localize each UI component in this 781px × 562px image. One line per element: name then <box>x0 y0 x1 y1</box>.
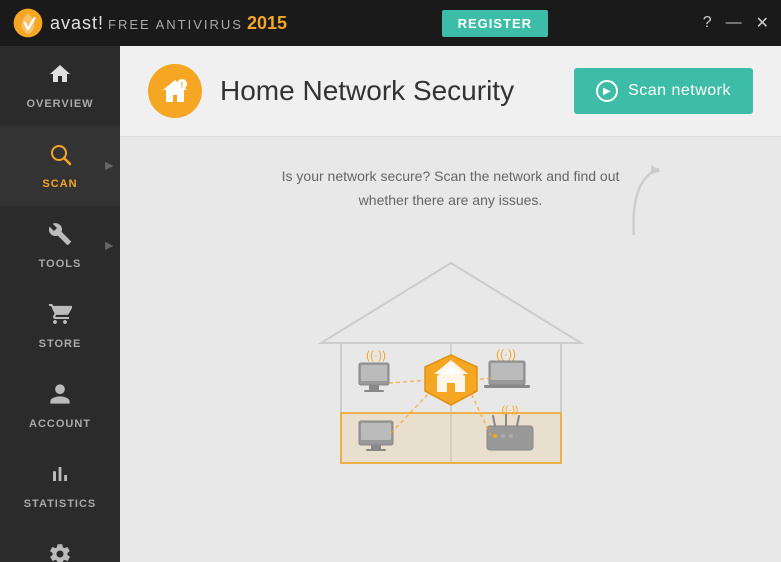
sidebar-item-store[interactable]: STORE <box>0 286 120 366</box>
avast-name: avast! <box>50 13 104 34</box>
svg-text:((·)): ((·)) <box>496 347 516 361</box>
content-header: ! Home Network Security ▶ Scan network <box>120 46 781 137</box>
avast-year-label: 2015 <box>247 13 287 34</box>
scan-network-button[interactable]: ▶ Scan network <box>574 68 753 114</box>
avast-product-label: FREE ANTIVIRUS <box>108 17 243 32</box>
scan-icon <box>48 142 72 172</box>
avast-brand-text: avast! FREE ANTIVIRUS 2015 <box>50 13 287 34</box>
content-area: ! Home Network Security ▶ Scan network I… <box>120 46 781 562</box>
avast-logo-icon <box>12 7 44 39</box>
store-icon <box>48 302 72 332</box>
page-title: Home Network Security <box>220 75 514 107</box>
main-layout: OVERVIEW SCAN ▶ TOOLS ▶ <box>0 46 781 562</box>
sidebar-item-tools[interactable]: TOOLS ▶ <box>0 206 120 286</box>
sidebar-label-overview: OVERVIEW <box>26 98 93 110</box>
home-network-icon: ! <box>148 64 202 118</box>
titlebar: avast! FREE ANTIVIRUS 2015 REGISTER ? — … <box>0 0 781 46</box>
tools-arrow: ▶ <box>105 241 114 252</box>
sidebar-label-statistics: STATISTICS <box>24 498 97 510</box>
titlebar-controls: ? — ✕ <box>703 13 769 33</box>
svg-text:!: ! <box>181 81 184 90</box>
svg-text:((·)): ((·)) <box>366 348 386 362</box>
content-title-area: ! Home Network Security <box>148 64 514 118</box>
scan-network-label: Scan network <box>628 82 731 100</box>
settings-icon <box>48 542 72 562</box>
close-button[interactable]: ✕ <box>756 13 769 33</box>
help-button[interactable]: ? <box>703 14 712 32</box>
play-icon: ▶ <box>596 80 618 102</box>
house-illustration: ((·)) ((·)) <box>291 243 611 483</box>
scan-arrow: ▶ <box>105 161 114 172</box>
sidebar-label-tools: TOOLS <box>39 258 82 270</box>
register-button[interactable]: REGISTER <box>442 10 548 37</box>
titlebar-logo: avast! FREE ANTIVIRUS 2015 <box>12 7 287 39</box>
sidebar-item-overview[interactable]: OVERVIEW <box>0 46 120 126</box>
sidebar-item-account[interactable]: ACCOUNT <box>0 366 120 446</box>
sidebar-item-scan[interactable]: SCAN ▶ <box>0 126 120 206</box>
account-icon <box>48 382 72 412</box>
tools-icon <box>48 222 72 252</box>
minimize-button[interactable]: — <box>726 14 742 32</box>
sidebar-label-account: ACCOUNT <box>29 418 91 430</box>
overview-icon <box>48 62 72 92</box>
svg-text:((·)): ((·)) <box>501 405 518 416</box>
house-svg: ((·)) ((·)) <box>291 243 611 483</box>
description-line2: whether there are any issues. <box>359 192 543 208</box>
sidebar-label-store: STORE <box>39 338 82 350</box>
statistics-icon <box>48 462 72 492</box>
description-text: Is your network secure? Scan the network… <box>282 165 620 213</box>
sidebar-item-statistics[interactable]: STATISTICS <box>0 446 120 526</box>
sidebar-label-scan: SCAN <box>42 178 77 190</box>
sidebar-item-settings[interactable]: SETTINGS <box>0 526 120 562</box>
content-body: Is your network secure? Scan the network… <box>120 137 781 562</box>
description-line1: Is your network secure? Scan the network… <box>282 168 620 184</box>
sidebar: OVERVIEW SCAN ▶ TOOLS ▶ <box>0 46 120 562</box>
